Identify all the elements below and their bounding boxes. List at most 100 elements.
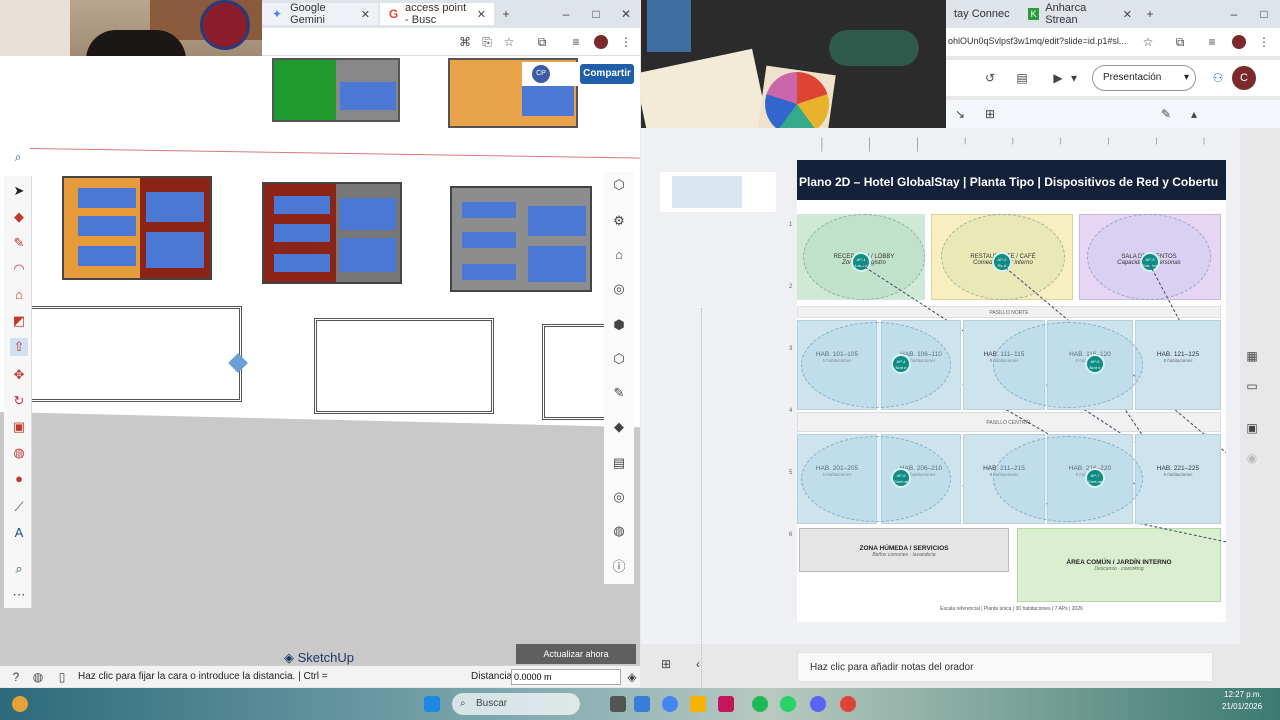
chevron-up-icon[interactable]: ▴ [1186,106,1202,122]
translate-icon[interactable]: ⌘ [457,34,473,50]
clock-time[interactable]: 12:27 p.m. [1224,690,1262,699]
minimize-icon[interactable]: – [1226,6,1242,22]
clock-date[interactable]: 21/01/2026 [1222,702,1262,711]
push-pull-tool-icon[interactable]: ⇧ [10,338,28,356]
whatsapp-icon[interactable] [780,696,796,712]
model-outline[interactable] [542,324,612,420]
extensions-icon[interactable]: ⧉ [1172,34,1188,50]
close-tab-icon[interactable]: ✕ [477,8,486,21]
new-tab-icon[interactable]: + [1142,6,1158,22]
help-icon[interactable]: ? [8,669,24,685]
paint-bucket-icon[interactable]: ◆ [610,418,628,436]
folder-icon[interactable]: ▭ [1244,378,1260,394]
model-box-orange[interactable] [62,176,212,280]
app-icon[interactable] [718,696,734,712]
pencil-tool-icon[interactable]: ✎ [10,234,28,252]
meet-icon[interactable]: ▶ [1050,70,1066,86]
record-icon[interactable]: ◉ [1244,450,1260,466]
line-tool-icon[interactable]: ↘ [952,106,968,122]
tab-google-gemini[interactable]: ✦ Google Gemini ✕ [262,2,378,26]
more-tools-icon[interactable]: ⋯ [10,586,28,604]
components-icon[interactable]: ⚙ [610,212,628,230]
start-menu-icon[interactable] [424,696,440,712]
collaborator-badge[interactable]: CP [532,65,550,83]
chrome-profile-icon[interactable] [840,696,856,712]
sidebar-icon[interactable]: ≡ [1204,34,1220,50]
tab-globalstay[interactable]: tay Connec [946,3,1018,25]
discord-icon[interactable] [810,696,826,712]
account-avatar[interactable]: C [1232,66,1256,90]
model-box-gray[interactable] [450,186,592,292]
model-box[interactable] [272,58,400,122]
scale-tool-icon[interactable]: ▣ [10,418,28,436]
instructor-icon[interactable]: ⌂ [610,246,628,264]
tags-icon[interactable]: ✎ [610,384,628,402]
orbit-tool-icon[interactable]: ● [10,470,28,488]
access-point-marker[interactable]: AP-7 Cent ral [1085,468,1105,488]
display-icon[interactable]: ◎ [610,488,628,506]
slides-icon[interactable]: ▣ [1244,420,1260,436]
text-tool-icon[interactable]: A [10,524,28,542]
chevron-down-icon[interactable]: ▾ [1184,66,1189,90]
new-tab-icon[interactable]: + [498,6,514,22]
taskbar-search-box[interactable]: ⌕ Buscar [452,693,580,715]
weather-icon[interactable] [12,696,28,712]
eraser-tool-icon[interactable]: ◆ [10,208,28,226]
entity-info-icon[interactable]: ⬡ [610,176,628,194]
globe-icon[interactable]: ◍ [610,522,628,540]
search-icon[interactable]: ⌕ [10,149,26,165]
star-icon[interactable]: ☆ [501,34,517,50]
slideshow-button[interactable]: Presentación ▾ [1092,65,1196,91]
menu-kebab-icon[interactable]: ⋮ [618,34,634,50]
arc-tool-icon[interactable]: ◠ [10,260,28,278]
materials-icon[interactable]: ⬢ [610,316,628,334]
close-tab-icon[interactable]: ✕ [1123,8,1132,21]
calendar-icon[interactable]: ▦ [1244,348,1260,364]
tab-access-point-search[interactable]: G access point - Busc ✕ [380,2,494,26]
address-bar-url[interactable]: ohlOUn0qSvlpsf3w1mq/edit?slide=id.p1#sl.… [948,36,1126,46]
share-person-icon[interactable]: ⚇ [1210,70,1226,86]
profile-avatar[interactable] [1232,35,1246,49]
distance-input[interactable] [511,669,621,685]
chevron-left-icon[interactable]: ‹ [690,656,706,672]
3d-warehouse-icon[interactable]: ⬡ [610,350,628,368]
update-now-button[interactable]: Actualizar ahora [516,644,636,664]
maximize-icon[interactable]: □ [1256,6,1272,22]
access-point-marker[interactable]: AP-5 Nort e [1085,354,1105,374]
access-point-marker[interactable]: AP-6 Cent ral [891,468,911,488]
screenshot-icon[interactable]: ⎘ [479,34,495,50]
extensions-icon[interactable]: ⧉ [534,34,550,50]
move-tool-icon[interactable]: ✥ [10,366,28,384]
zoom-tool-icon[interactable]: ⌕ [10,560,28,578]
profile-avatar[interactable] [594,35,608,49]
menu-kebab-icon[interactable]: ⋮ [1256,34,1272,50]
chevron-down-icon[interactable]: ▾ [1066,70,1082,86]
info-status-icon[interactable]: ▯ [54,669,70,685]
model-box-maroon[interactable] [262,182,402,284]
tape-measure-icon[interactable]: ⟋ [10,498,28,516]
speaker-notes-field[interactable]: Haz clic para añadir notas del orador [797,652,1213,682]
model-outline-selected[interactable] [28,306,242,402]
model-outline[interactable] [314,318,494,414]
access-point-marker[interactable]: AP-4 Nort e [891,354,911,374]
star-icon[interactable]: ☆ [1140,34,1156,50]
pen-icon[interactable]: ✎ [1158,106,1174,122]
slide-thumbnail[interactable] [660,172,776,212]
styles-icon[interactable]: ◎ [610,280,628,298]
access-point-marker[interactable]: AP-3 Even tos [1140,252,1160,272]
share-button[interactable]: Compartir [580,64,634,84]
widgets-icon[interactable] [634,696,650,712]
rotate-tool-icon[interactable]: ↻ [10,392,28,410]
comments-icon[interactable]: ▤ [1014,70,1030,86]
file-explorer-icon[interactable] [690,696,706,712]
select-tool-icon[interactable]: ➤ [10,182,28,200]
add-comment-icon[interactable]: ⊞ [982,106,998,122]
sketchup-viewport[interactable]: CP Compartir ⌕ ◈ SketchUp Actualizar aho… [0,56,640,665]
measure-icon[interactable]: ◈ [624,669,640,685]
tab-anharca-stream[interactable]: K Anharca Strean ✕ [1020,2,1140,26]
grid-view-icon[interactable]: ⊞ [658,656,674,672]
maximize-icon[interactable]: □ [588,6,604,22]
info-icon[interactable]: ⓘ [610,558,628,576]
close-tab-icon[interactable]: ✕ [361,8,370,21]
chrome-icon[interactable] [662,696,678,712]
